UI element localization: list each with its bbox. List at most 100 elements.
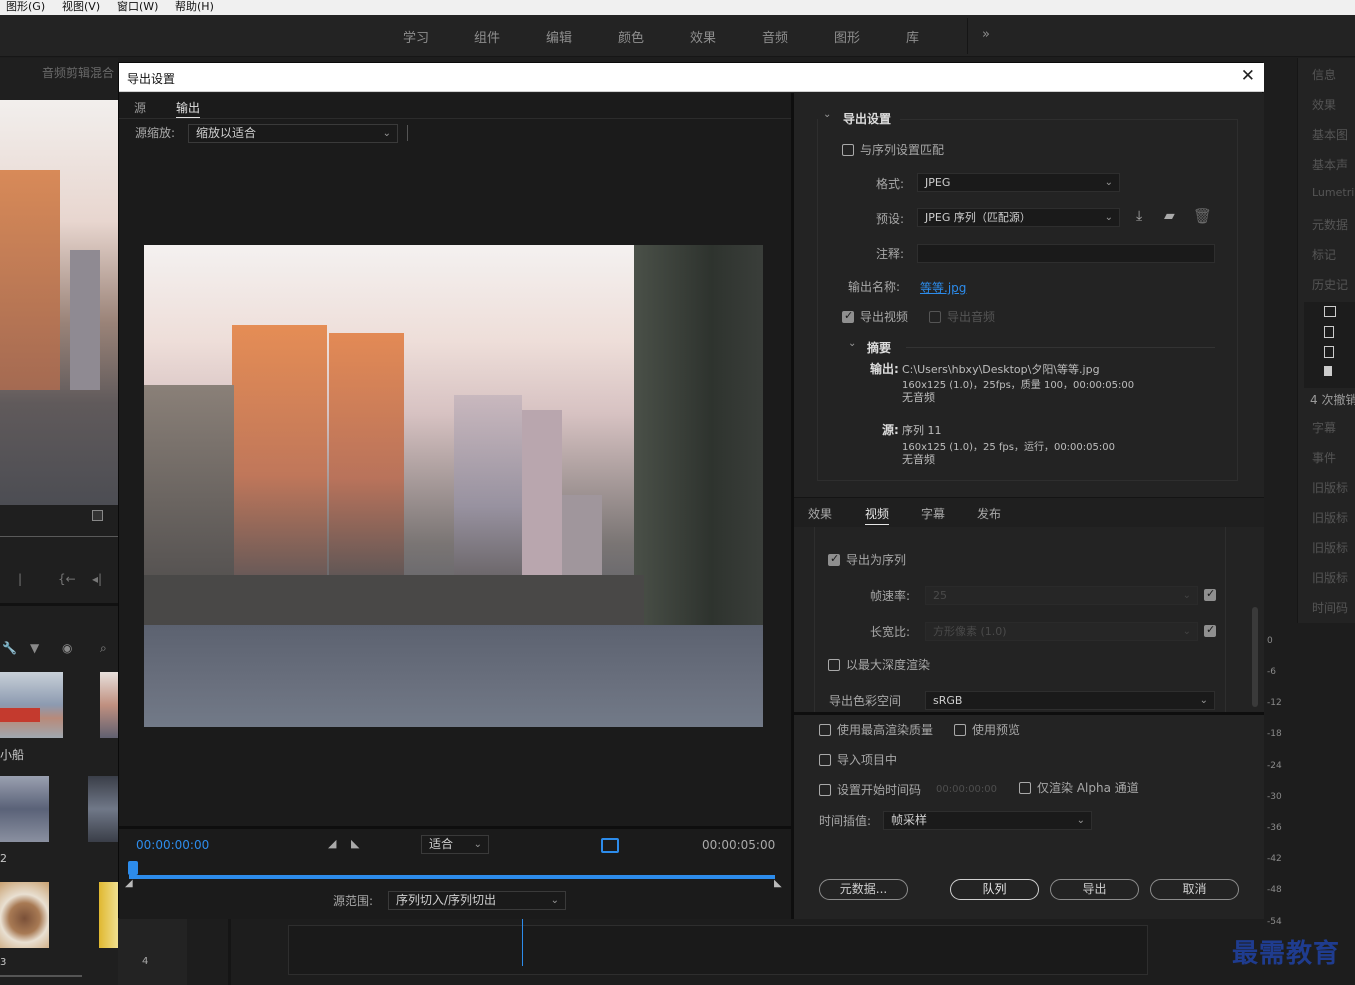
tab-captions[interactable]: 字幕: [921, 505, 945, 522]
workspaces-overflow-icon[interactable]: »: [982, 27, 990, 42]
out-point-marker-icon[interactable]: ◣: [774, 878, 782, 889]
menu-view[interactable]: 视图(V): [62, 0, 100, 13]
step-back-icon[interactable]: ◂|: [92, 572, 102, 586]
tab-publish[interactable]: 发布: [977, 505, 1001, 522]
bin-label-4: 4: [142, 956, 149, 967]
workspace-libraries[interactable]: 库: [906, 27, 919, 46]
fit-dropdown[interactable]: 适合 ⌄: [421, 835, 489, 854]
output-name-link[interactable]: 等等.jpg: [920, 279, 966, 296]
bin-thumbnail-2[interactable]: [0, 776, 49, 842]
save-preset-icon[interactable]: ⤓: [1136, 208, 1142, 224]
tab-effects[interactable]: 效果: [808, 505, 832, 522]
set-start-timecode-checkbox[interactable]: [819, 784, 831, 796]
summary-collapse-icon[interactable]: ⌄: [848, 338, 856, 349]
start-timecode-value[interactable]: 00:00:00:00: [936, 784, 997, 795]
panel-essential-sound[interactable]: 基本声: [1312, 156, 1348, 173]
panel-lumetri[interactable]: Lumetri: [1312, 186, 1354, 199]
max-depth-checkbox[interactable]: [828, 659, 840, 671]
menu-graphics[interactable]: 图形(G): [6, 0, 45, 13]
bin-thumbnail-boat[interactable]: [0, 672, 63, 738]
in-point-marker-icon[interactable]: ◢: [125, 878, 133, 889]
workspace-effects[interactable]: 效果: [690, 27, 716, 46]
workspace-editing[interactable]: 编辑: [546, 27, 572, 46]
workspace-color[interactable]: 颜色: [618, 27, 644, 46]
close-icon[interactable]: ✕: [1241, 66, 1255, 86]
panel-history[interactable]: 历史记: [1312, 276, 1348, 293]
bin-thumbnail-seq[interactable]: [88, 776, 118, 842]
panel-metadata[interactable]: 元数据: [1312, 216, 1348, 233]
marker-icon[interactable]: |: [18, 572, 22, 586]
set-in-point-icon[interactable]: ◢: [328, 837, 336, 850]
export-as-sequence-checkbox[interactable]: [828, 552, 840, 566]
match-sequence-checkbox[interactable]: [842, 144, 854, 156]
set-out-point-icon[interactable]: ◣: [351, 837, 359, 850]
chevron-down-icon: ⌄: [1182, 626, 1191, 637]
use-previews-checkbox[interactable]: [954, 724, 966, 736]
workspace-learn[interactable]: 学习: [403, 27, 429, 46]
summary-output-audio: 无音频: [902, 391, 935, 404]
preset-dropdown[interactable]: JPEG 序列（匹配源） ⌄: [917, 208, 1120, 227]
panel-legacy-title-2[interactable]: 旧版标: [1312, 509, 1348, 526]
tab-video[interactable]: 视频: [865, 505, 890, 525]
metadata-button[interactable]: 元数据...: [819, 879, 908, 900]
panel-legacy-title-3[interactable]: 旧版标: [1312, 539, 1348, 556]
panel-timecode[interactable]: 时间码: [1312, 599, 1348, 616]
filter-icon[interactable]: ▼: [30, 641, 39, 655]
menu-help[interactable]: 帮助(H): [175, 0, 214, 13]
output-preview-image: [144, 245, 763, 727]
workspace-graphics[interactable]: 图形: [834, 27, 860, 46]
color-space-dropdown[interactable]: sRGB ⌄: [925, 691, 1215, 710]
export-video-checkbox[interactable]: [842, 309, 854, 323]
frame-rate-override-checkbox[interactable]: [1204, 587, 1216, 601]
cancel-button[interactable]: 取消: [1150, 879, 1239, 900]
panel-legacy-title-4[interactable]: 旧版标: [1312, 569, 1348, 586]
eye-icon[interactable]: ◉: [62, 641, 72, 655]
work-area-bar[interactable]: [129, 875, 775, 879]
delete-preset-icon[interactable]: 🗑: [1193, 207, 1212, 225]
export-button[interactable]: 导出: [1050, 879, 1139, 900]
source-range-dropdown[interactable]: 序列切入/序列切出 ⌄: [388, 891, 566, 910]
bin-thumbnail-3[interactable]: [0, 882, 49, 948]
panel-essential-graphics[interactable]: 基本图: [1312, 126, 1348, 143]
panel-effects[interactable]: 效果: [1312, 96, 1336, 113]
panel-events[interactable]: 事件: [1312, 449, 1336, 466]
timeline-playhead[interactable]: [522, 918, 523, 966]
format-dropdown[interactable]: JPEG ⌄: [917, 173, 1120, 192]
frame-rate-dropdown[interactable]: 25 ⌄: [925, 586, 1198, 605]
import-into-project-checkbox[interactable]: [819, 754, 831, 766]
source-scale-dropdown[interactable]: 缩放以适合 ⌄: [188, 124, 398, 143]
tab-source[interactable]: 源: [134, 99, 146, 116]
aspect-override-checkbox[interactable]: [1204, 623, 1216, 637]
panel-info[interactable]: 信息: [1312, 66, 1336, 83]
preset-value: JPEG 序列（匹配源）: [925, 211, 1031, 224]
render-alpha-only-checkbox[interactable]: [1019, 782, 1031, 794]
search-icon[interactable]: ⌕: [100, 641, 107, 656]
workspace-assembly[interactable]: 组件: [474, 27, 500, 46]
settings-scrollbar[interactable]: [1252, 607, 1258, 707]
workspace-audio[interactable]: 音频: [762, 27, 788, 46]
panel-markers[interactable]: 标记: [1312, 246, 1336, 263]
bin-scrollbar[interactable]: [0, 975, 82, 977]
time-interpolation-dropdown[interactable]: 帧采样 ⌄: [883, 811, 1092, 830]
panel-legacy-title-1[interactable]: 旧版标: [1312, 479, 1348, 496]
playhead-handle[interactable]: [128, 861, 138, 875]
menu-window[interactable]: 窗口(W): [117, 0, 158, 13]
max-render-quality-checkbox[interactable]: [819, 724, 831, 736]
comments-input[interactable]: [917, 244, 1215, 263]
collapse-chevron-icon[interactable]: ⌄: [823, 109, 831, 120]
export-audio-checkbox[interactable]: [929, 311, 941, 323]
aspect-toggle-icon[interactable]: [601, 838, 619, 853]
go-to-in-icon[interactable]: {←: [58, 572, 76, 586]
tab-output[interactable]: 输出: [176, 99, 201, 118]
queue-button[interactable]: 队列: [950, 879, 1039, 900]
import-preset-icon[interactable]: ▰: [1164, 208, 1175, 224]
bin-thumbnail-1[interactable]: [100, 672, 118, 738]
timecode-start[interactable]: 00:00:00:00: [136, 838, 209, 852]
bin-thumbnail-4[interactable]: [99, 882, 118, 948]
match-sequence-label: 与序列设置匹配: [860, 143, 945, 157]
wrench-icon[interactable]: 🔧: [2, 641, 17, 655]
export-frame-icon[interactable]: [92, 510, 103, 521]
panel-captions[interactable]: 字幕: [1312, 419, 1336, 436]
source-scale-value: 缩放以适合: [196, 126, 257, 140]
aspect-dropdown[interactable]: 方形像素 (1.0) ⌄: [925, 622, 1198, 641]
